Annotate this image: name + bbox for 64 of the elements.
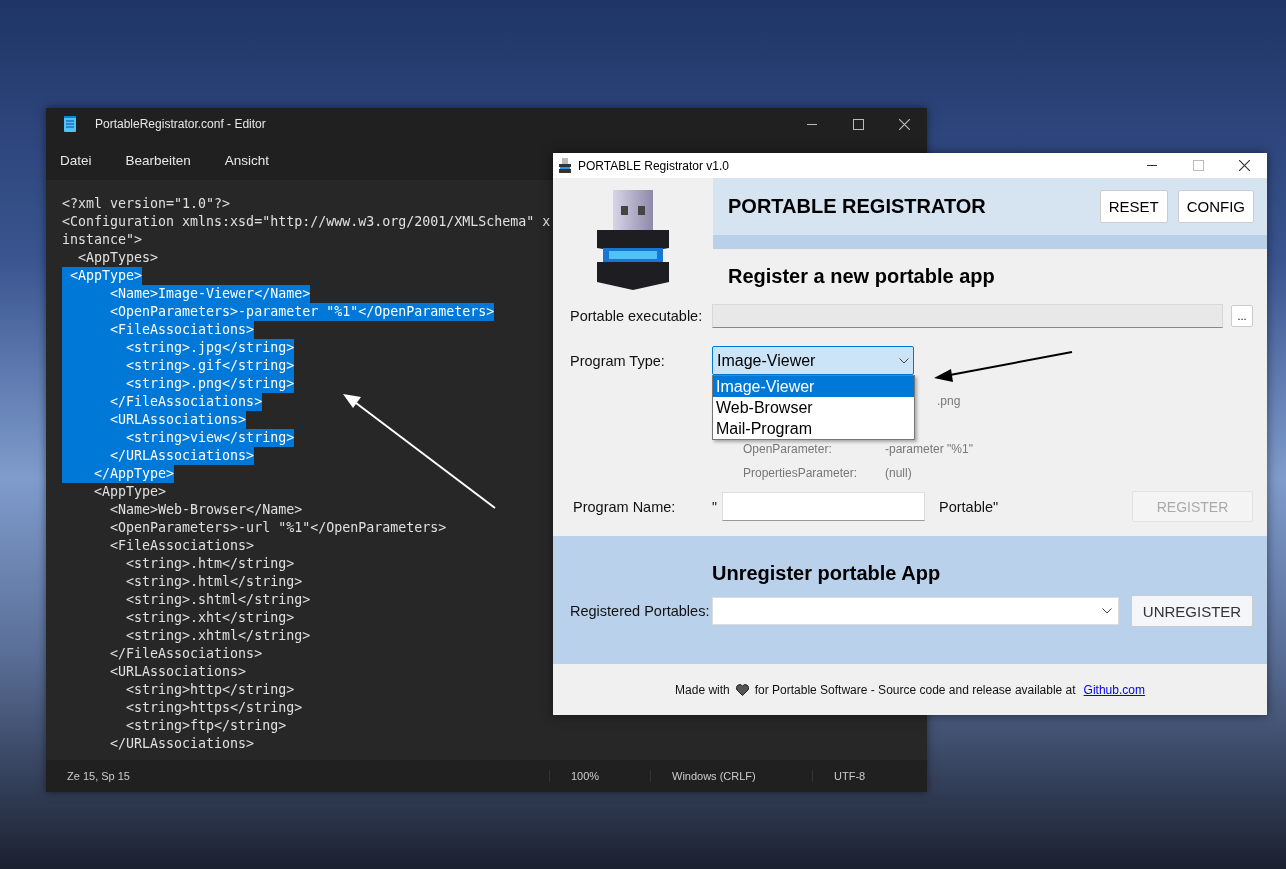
heart-icon (735, 683, 749, 696)
detail-label: PropertiesParameter: (743, 466, 859, 480)
close-icon (1238, 160, 1250, 171)
code-line: <Name>Web-Browser</Name> (109, 501, 303, 519)
code-line: <FileAssociations> (109, 537, 255, 555)
usb-drive-icon (559, 157, 571, 174)
menu-item[interactable]: Bearbeiten (117, 148, 199, 172)
input-field[interactable] (722, 492, 925, 521)
code-line: <?xml version="1.0"?> (62, 195, 231, 213)
status-text: UTF-8 (812, 770, 866, 782)
notepad-icon (64, 116, 76, 132)
detail-label: OpenParameter: (743, 442, 833, 456)
detail-value: -parameter "%1" (885, 442, 973, 456)
code-line: instance"> (62, 231, 143, 249)
code-line: <OpenParameters>-url "%1"</OpenParameters> (109, 519, 447, 537)
status-text: 100% (549, 770, 650, 782)
browse-button[interactable]: ... (1231, 305, 1253, 327)
unregister-button[interactable]: UNREGISTER (1131, 595, 1253, 627)
field-label: Program Type: (569, 352, 666, 369)
menu-item[interactable]: Datei (52, 148, 100, 172)
quote-mark: " (712, 498, 718, 515)
status-text: Windows (CRLF) (650, 770, 812, 782)
footer-text: for Portable Software - Source code and release available at (754, 682, 1076, 697)
field-label: Portable executable: (569, 308, 704, 324)
window-title: PORTABLE Registrator v1.0 (578, 158, 729, 173)
code-line: <string>.shtml</string> (125, 591, 311, 609)
header-button[interactable]: RESET (1099, 190, 1168, 223)
section-heading: Unregister portable App (712, 561, 941, 586)
close-icon (898, 118, 910, 130)
input-field[interactable] (712, 304, 1223, 328)
suffix-text: Portable" (939, 498, 999, 515)
window-title: PortableRegistrator.conf - Editor (95, 117, 266, 131)
dropdown-option[interactable]: Mail-Program (713, 418, 914, 439)
code-line: <URLAssociations> (109, 663, 247, 681)
code-line: <string>http</string> (125, 681, 295, 699)
footer-text: Made with (675, 682, 730, 697)
code-line: </FileAssociations> (109, 645, 263, 663)
chevron-down-icon (1102, 608, 1112, 614)
code-line: </URLAssociations> (109, 735, 255, 753)
code-line: <string>.html</string> (125, 573, 303, 591)
code-line: <AppType> (93, 483, 167, 501)
maximize-icon (852, 118, 864, 130)
code-line: <string>.xht</string> (125, 609, 295, 627)
dropdown-option[interactable]: Image-Viewer (713, 376, 914, 397)
dropdown-option[interactable]: Web-Browser (713, 397, 914, 418)
code-line: <AppTypes> (77, 249, 159, 267)
detail-value: (null) (885, 466, 912, 480)
menu-item[interactable]: Ansicht (216, 148, 278, 172)
app-title: PORTABLE REGISTRATOR (728, 195, 986, 218)
dropdown[interactable]: Image-Viewer (712, 346, 914, 375)
dropdown[interactable] (712, 597, 1119, 625)
field-label: Registered Portables: (569, 603, 711, 619)
maximize-icon (1192, 160, 1204, 171)
status-text: Ze 15, Sp 15 (66, 770, 131, 782)
section-heading: Register a new portable app (727, 264, 996, 288)
header-button[interactable]: CONFIG (1177, 190, 1254, 223)
code-line: <string>ftp</string> (125, 717, 287, 735)
field-label: Program Name: (572, 498, 677, 515)
code-line: <Configuration xmlns:xsd="http://www.w3.org/2001/XMLSchema" x (62, 213, 551, 231)
chevron-down-icon (899, 357, 909, 364)
link[interactable]: Github.com (1083, 682, 1145, 697)
code-line: <string>.htm</string> (125, 555, 295, 573)
code-line: <string>.xhtml</string> (125, 627, 311, 645)
code-line: <string>https</string> (125, 699, 303, 717)
